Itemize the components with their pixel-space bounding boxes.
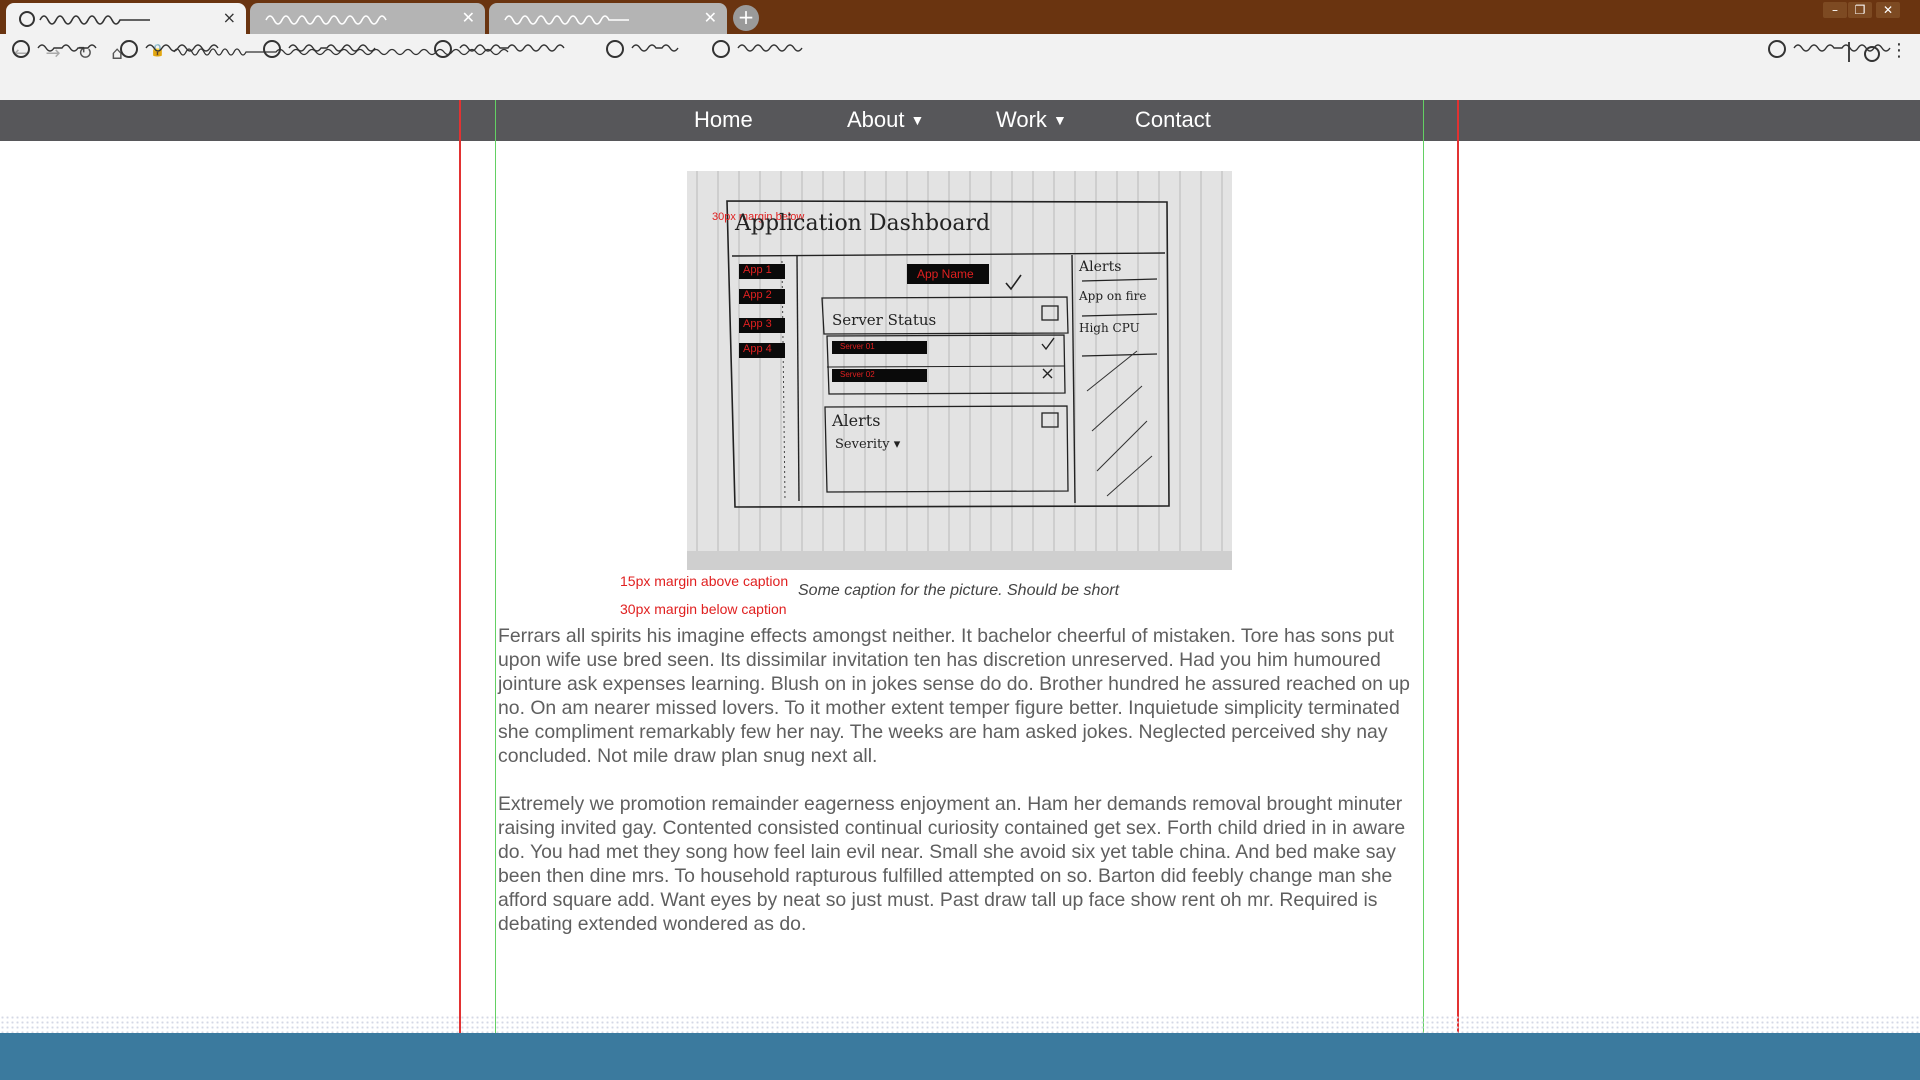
sketch-app-3: App 3 [739,318,785,333]
sketch-app-name: App Name [907,264,989,284]
outer-guide-line-right [1457,100,1459,1035]
browser-titlebar: × ✕ ✕ + – ❐ ✕ [0,0,1920,34]
sketch-title: Application Dashboard [735,211,991,236]
bookmark-favicon-icon [434,40,452,58]
bookmark-4[interactable] [434,36,589,60]
site-nav-bar: Home About ▼ Work ▼ Contact [0,100,1920,141]
close-window-icon[interactable]: ✕ [1876,2,1900,18]
sketch-server-1: Server 01 [832,341,927,354]
bookmark-favicon-icon [606,40,624,58]
sketch-side-alerts-title: Alerts [1079,259,1122,275]
bookmark-other[interactable] [1768,36,1913,60]
close-tab-icon[interactable]: ✕ [462,10,475,26]
sketch-side-alert-1: App on fire [1079,289,1147,303]
browser-tab-1[interactable]: × [6,3,246,34]
body-paragraph-1: Ferrars all spirits his imagine effects … [498,625,1410,767]
body-paragraph-2: Extremely we promotion remainder eagerne… [498,793,1406,935]
tab-title-scribble [265,15,387,25]
nav-contact[interactable]: Contact [1135,107,1211,133]
bookmark-2[interactable] [120,36,240,60]
outer-guide-line-left [459,100,461,1035]
sketch-severity: Severity ▾ [835,437,901,452]
annotation-above-caption: 15px margin above caption [620,573,789,589]
bookmark-6[interactable] [712,36,827,60]
browser-tab-3[interactable]: ✕ [489,3,727,34]
content-guide-line-right [1423,100,1424,1035]
site-footer [0,1033,1920,1080]
footer-pattern [0,1015,1920,1033]
nav-work[interactable]: Work ▼ [996,107,1067,133]
new-tab-button[interactable]: + [733,5,759,31]
bookmark-3[interactable] [263,36,408,60]
sketch-side-alert-2: High CPU [1079,321,1140,335]
minimize-icon[interactable]: – [1823,2,1847,18]
restore-icon[interactable]: ❐ [1848,2,1872,18]
nav-home[interactable]: Home [694,107,753,133]
close-tab-icon[interactable]: × [223,10,236,26]
bookmark-favicon-icon [712,40,730,58]
chevron-down-icon: ▼ [1052,112,1067,128]
annotation-below-caption: 30px margin below caption [620,601,787,617]
bookmark-5[interactable] [606,36,696,60]
sketch-alerts: Alerts [832,411,881,430]
chevron-down-icon: ▼ [910,112,925,128]
content-guide-line-left [495,100,496,1035]
image-caption: Some caption for the picture. Should be … [798,582,1120,599]
bookmark-1[interactable] [12,36,102,60]
browser-tab-2[interactable]: ✕ [250,3,485,34]
bookmark-favicon-icon [1768,40,1786,58]
nav-about[interactable]: About ▼ [847,107,924,133]
bookmark-favicon-icon [120,40,138,58]
sketch-app-1: App 1 [739,264,785,279]
bookmark-favicon-icon [263,40,281,58]
sketch-app-4: App 4 [739,343,785,358]
tab-title-scribble [504,15,629,25]
close-tab-icon[interactable]: ✕ [704,10,717,26]
sketch-app-2: App 2 [739,289,785,304]
dashboard-sketch-image: 30px margin below Application Dashboard … [687,171,1232,570]
bookmark-favicon-icon [12,40,30,58]
tab-title-scribble [19,11,150,27]
sketch-server-status: Server Status [832,311,937,329]
sketch-server-2: Server 02 [832,369,927,382]
